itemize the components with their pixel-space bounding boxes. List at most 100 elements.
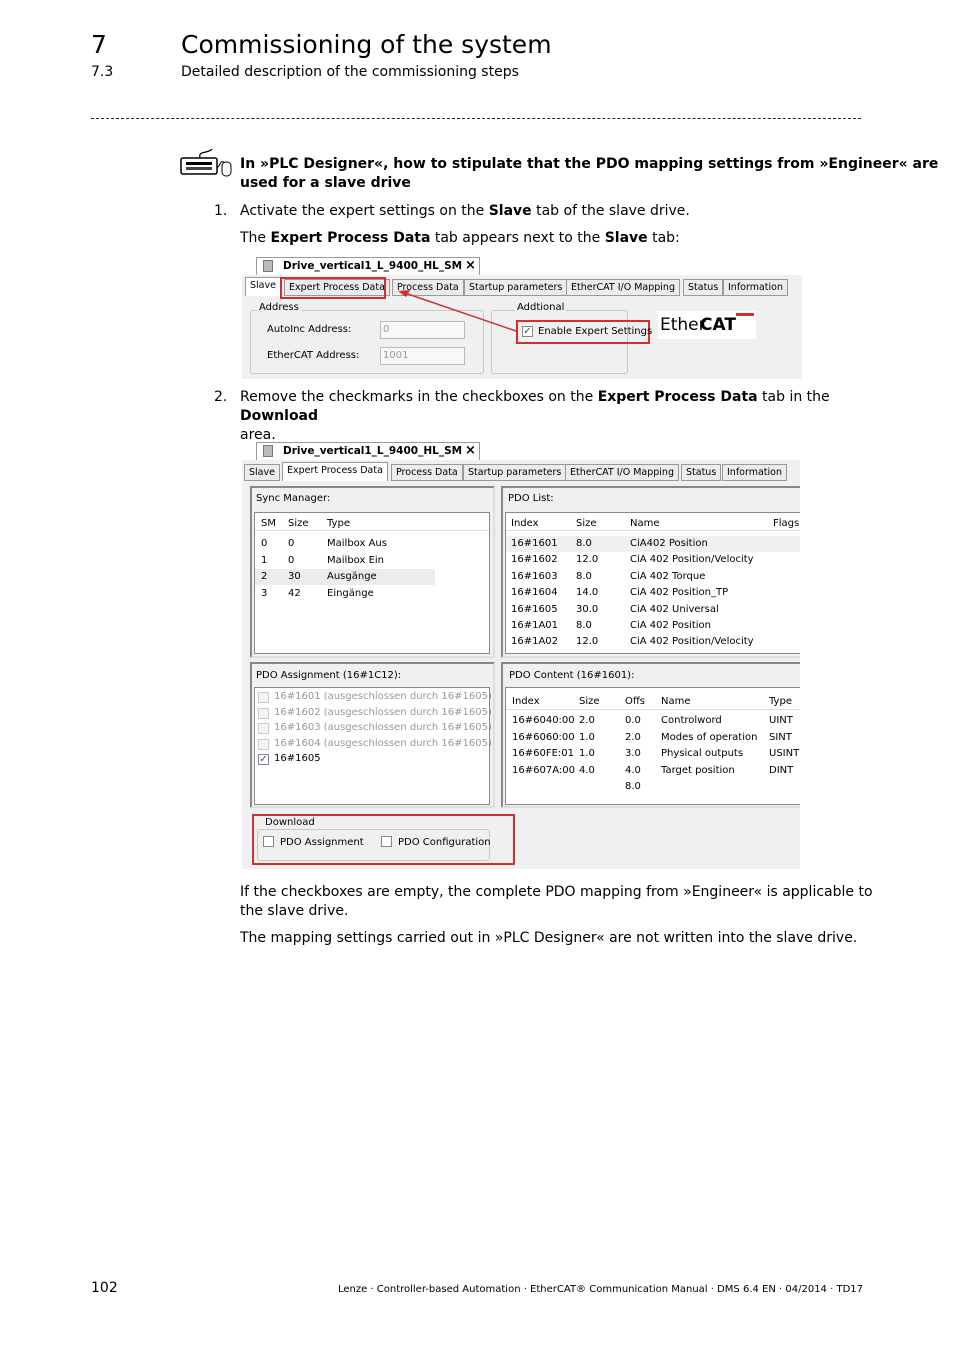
col-name[interactable]: Name [661, 696, 691, 707]
cell: Target position [661, 764, 735, 776]
cell: 4.0 [579, 764, 595, 776]
cell: 16#6040:00 [512, 715, 575, 726]
doc-tab[interactable]: Drive_vertical1_L_9400_HL_SM × [256, 442, 480, 460]
cell: Physical outputs [661, 748, 744, 759]
table-row[interactable]: 8.0 [506, 779, 800, 795]
assignment-checkbox[interactable] [258, 723, 269, 734]
assignment-item[interactable]: 16#1603 (ausgeschlossen durch 16#1605) [255, 721, 492, 736]
col-offs[interactable]: Offs [625, 696, 645, 707]
cell: 8.0 [576, 538, 592, 549]
text: Activate the expert settings on the [240, 203, 489, 219]
col-index[interactable]: Index [511, 518, 539, 529]
cell: 14.0 [576, 587, 599, 599]
tab-status[interactable]: Status [681, 464, 722, 481]
pdo-assignment-label: PDO Assignment [280, 837, 364, 848]
chapter-number: 7 [91, 30, 107, 59]
cell: 8.0 [576, 570, 592, 582]
cell: 16#1A02 [511, 636, 559, 648]
col-size[interactable]: Size [576, 518, 597, 529]
page-number: 102 [91, 1280, 118, 1296]
cell: SINT [769, 731, 792, 743]
table-row[interactable]: 16#1604 14.0 CiA 402 Position_TP [506, 585, 800, 601]
section-number: 7.3 [91, 64, 114, 80]
text: The [240, 230, 271, 246]
sync-manager-title: Sync Manager: [256, 493, 331, 504]
cell: 12.0 [576, 636, 599, 648]
pdo-assignment-checkbox[interactable] [263, 836, 274, 847]
tab-ethercat-io-mapping[interactable]: EtherCAT I/O Mapping [565, 464, 679, 481]
cell: Ausgänge [327, 571, 377, 582]
tab-information[interactable]: Information [722, 464, 787, 481]
col-name[interactable]: Name [630, 518, 660, 529]
cell: 30.0 [576, 603, 599, 615]
col-index[interactable]: Index [512, 696, 540, 707]
assignment-checkbox[interactable] [258, 738, 269, 750]
table-row[interactable]: 16#6060:00 1.0 2.0 Modes of operation SINT [506, 730, 800, 746]
table-header: SM Size Type [255, 513, 489, 531]
cell: 3 [261, 587, 268, 599]
assignment-checkbox[interactable] [258, 707, 269, 719]
tab-process-data[interactable]: Process Data [391, 464, 463, 481]
screenshot-slave-tab: Drive_vertical1_L_9400_HL_SM × Slave Exp… [242, 255, 802, 379]
cell: CiA 402 Universal [630, 603, 719, 615]
cell: 16#6060:00 [512, 731, 575, 743]
col-size[interactable]: Size [579, 696, 600, 707]
close-icon[interactable]: × [465, 443, 476, 458]
cell: 3.0 [625, 748, 641, 759]
text: If the checkboxes are empty, the complet… [240, 884, 873, 900]
tab-slave[interactable]: Slave [244, 464, 280, 481]
table-row[interactable]: 16#607A:00 4.0 4.0 Target position DINT [506, 763, 800, 779]
text: Expert Process Data [597, 389, 758, 405]
table-row[interactable]: 0 0 Mailbox Aus [255, 536, 435, 552]
text: the slave drive. [240, 903, 349, 919]
assignment-label: 16#1603 (ausgeschlossen durch 16#1605) [274, 722, 492, 733]
paragraph-2: The mapping settings carried out in »PLC… [240, 930, 858, 946]
cell: 16#607A:00 [512, 764, 575, 776]
assignment-label: 16#1602 (ausgeschlossen durch 16#1605) [274, 706, 492, 718]
pdo-configuration-label: PDO Configuration [398, 837, 491, 848]
col-size[interactable]: Size [288, 518, 309, 529]
note-line-1: In »PLC Designer«, how to stipulate that… [240, 156, 939, 172]
col-type[interactable]: Type [327, 518, 350, 529]
table-row[interactable]: 16#1602 12.0 CiA 402 Position/Velocity [506, 552, 800, 568]
table-row[interactable]: 16#6040:00 2.0 0.0 Controlword UINT [506, 713, 800, 729]
table-row[interactable]: 2 30 Ausgänge [255, 569, 435, 585]
table-row[interactable]: 3 42 Eingänge [255, 586, 435, 602]
pdo-configuration-checkbox[interactable] [381, 836, 392, 847]
step-1-text: Activate the expert settings on the Slav… [240, 202, 690, 221]
cell: USINT [769, 748, 800, 759]
cell: 8.0 [625, 781, 641, 792]
table-row[interactable]: 16#1605 30.0 CiA 402 Universal [506, 602, 800, 618]
col-sm[interactable]: SM [261, 518, 276, 529]
assignment-item[interactable]: 16#1604 (ausgeschlossen durch 16#1605) [255, 737, 492, 752]
cell: 42 [288, 587, 301, 599]
tab-expert-process-data[interactable]: Expert Process Data [282, 462, 388, 481]
divider [91, 118, 861, 119]
footer-text: Lenze · Controller-based Automation · Et… [337, 1284, 863, 1295]
assignment-item[interactable]: ✓ 16#1605 [255, 752, 489, 767]
table-row[interactable]: 16#1A01 8.0 CiA 402 Position [506, 618, 800, 634]
cell: CiA 402 Torque [630, 570, 706, 582]
sync-manager-table: SM Size Type 0 0 Mailbox Aus 1 0 Mailbox Ein 2… [254, 512, 490, 654]
cell: 30 [288, 571, 301, 582]
cell: CiA 402 Position/Velocity [630, 554, 754, 566]
assignment-checkbox[interactable]: ✓ [258, 754, 269, 765]
table-row[interactable]: 1 0 Mailbox Ein [255, 553, 435, 569]
assignment-checkbox[interactable] [258, 692, 269, 703]
tab-startup-parameters[interactable]: Startup parameters [463, 464, 567, 481]
keyboard-mouse-icon [180, 148, 232, 177]
col-type[interactable]: Type [769, 696, 792, 707]
table-row[interactable]: 16#1603 8.0 CiA 402 Torque [506, 569, 800, 585]
cell: 16#1602 [511, 554, 558, 566]
note-heading: In »PLC Designer«, how to stipulate that… [240, 155, 938, 193]
col-flags[interactable]: Flags [773, 518, 799, 529]
table-row[interactable]: 16#1601 8.0 CiA402 Position [506, 536, 800, 552]
assignment-item[interactable]: 16#1601 (ausgeschlossen durch 16#1605) [255, 690, 492, 705]
assignment-item[interactable]: 16#1602 (ausgeschlossen durch 16#1605) [255, 706, 492, 721]
device-icon [263, 445, 273, 457]
table-row[interactable]: 16#60FE:01 1.0 3.0 Physical outputs USINT [506, 746, 800, 762]
table-row[interactable]: 16#1A02 12.0 CiA 402 Position/Velocity [506, 634, 800, 650]
cell: Eingänge [327, 587, 374, 599]
text: Download [240, 408, 319, 424]
cell: 16#1605 [511, 603, 558, 615]
